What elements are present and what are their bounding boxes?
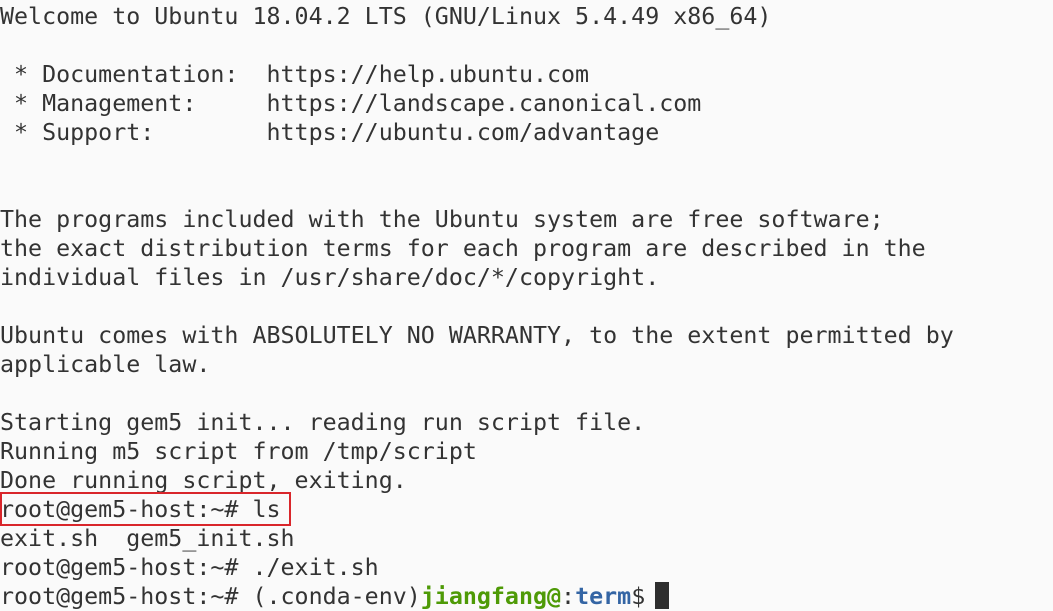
terminal-line-gem5-start: Starting gem5 init... reading run script… <box>0 409 646 436</box>
terminal-window[interactable]: Welcome to Ubuntu 18.04.2 LTS (GNU/Linux… <box>0 0 1053 611</box>
prompt-directory: term <box>575 583 632 610</box>
prompt-symbol: $ <box>631 583 646 610</box>
root-prompt: root@gem5-host:~# <box>0 583 253 610</box>
terminal-line-exit-command: root@gem5-host:~# ./exit.sh <box>0 554 379 581</box>
terminal-line-ls-output: exit.sh gem5_init.sh <box>0 525 295 552</box>
terminal-line-license-1: The programs included with the Ubuntu sy… <box>0 206 884 233</box>
terminal-line-warranty-2: applicable law. <box>0 351 211 378</box>
terminal-line-welcome: Welcome to Ubuntu 18.04.2 LTS (GNU/Linux… <box>0 3 772 30</box>
terminal-cursor[interactable] <box>655 582 670 609</box>
highlight-box-ls-command <box>0 492 291 526</box>
prompt-user: jiangfang@ <box>420 583 562 610</box>
terminal-line-gem5-done: Done running script, exiting. <box>0 467 407 494</box>
conda-env-label: (.conda-env) <box>252 583 421 610</box>
terminal-line-management: * Management: https://landscape.canonica… <box>0 90 702 117</box>
terminal-line-license-3: individual files in /usr/share/doc/*/cop… <box>0 264 660 291</box>
terminal-line-warranty-1: Ubuntu comes with ABSOLUTELY NO WARRANTY… <box>0 322 954 349</box>
terminal-line-support: * Support: https://ubuntu.com/advantage <box>0 119 660 146</box>
prompt-separator: : <box>561 583 576 610</box>
terminal-line-license-2: the exact distribution terms for each pr… <box>0 235 926 262</box>
terminal-line-documentation: * Documentation: https://help.ubuntu.com <box>0 61 590 88</box>
terminal-line-gem5-script: Running m5 script from /tmp/script <box>0 438 477 465</box>
terminal-prompt-line[interactable]: root@gem5-host:~# (.conda-env)jiangfang@… <box>0 582 670 611</box>
